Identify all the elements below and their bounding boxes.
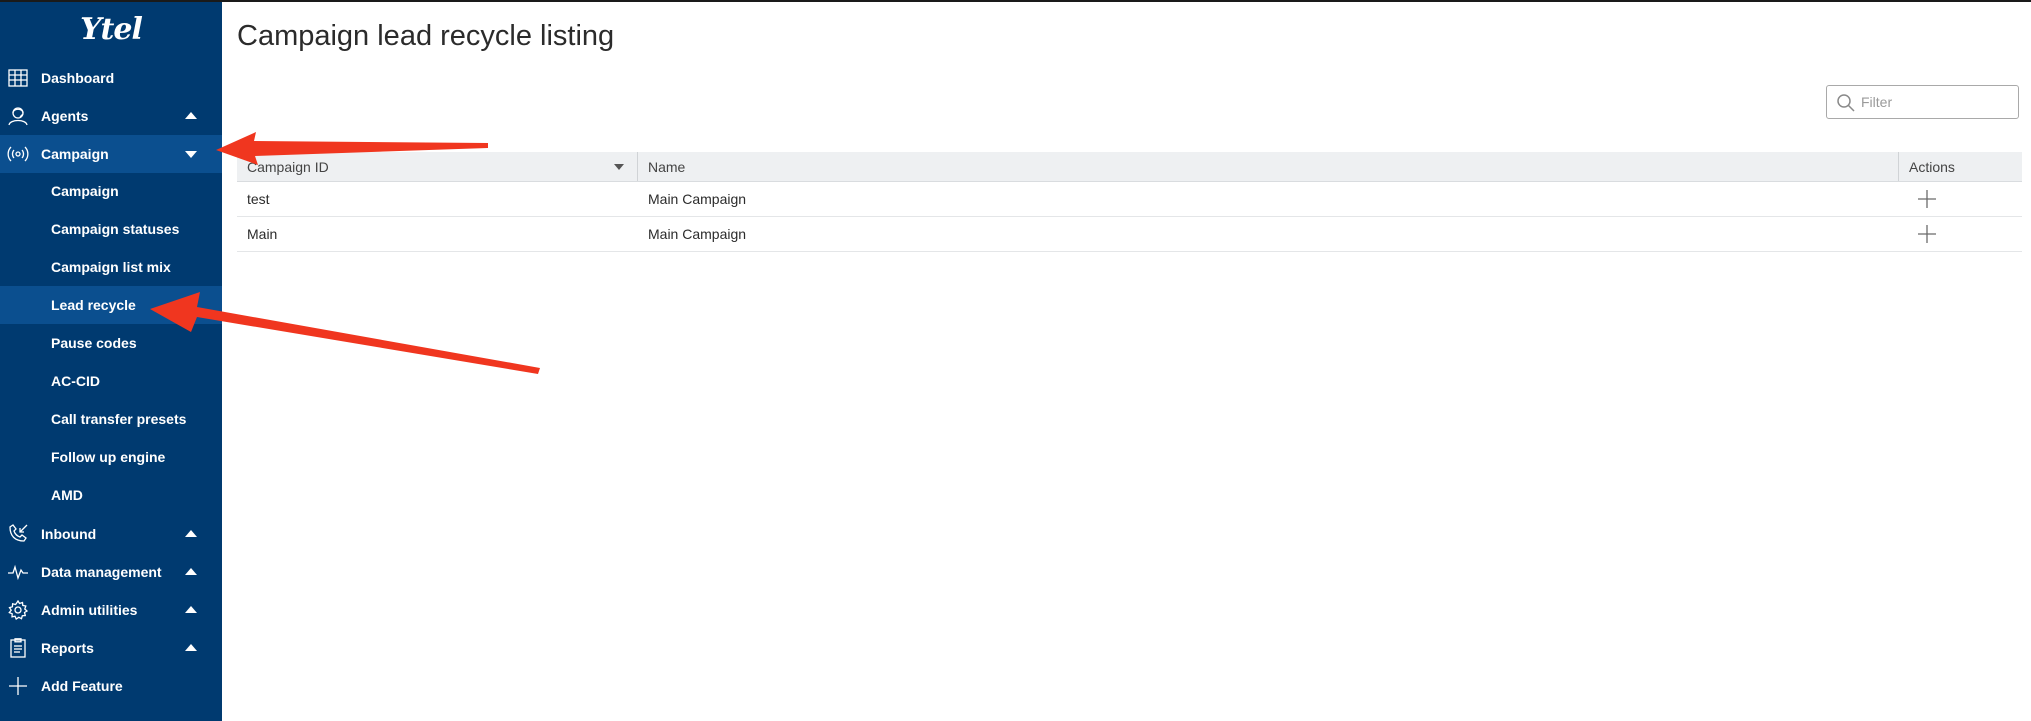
- sidebar-item-inbound[interactable]: Inbound: [0, 515, 222, 553]
- sidebar-subitem-campaign-list-mix[interactable]: Campaign list mix: [0, 248, 222, 286]
- plus-icon: [1918, 225, 1936, 243]
- plus-icon: [1918, 190, 1936, 208]
- sidebar-item-admin-utilities[interactable]: Admin utilities: [0, 591, 222, 629]
- sidebar-subitem-follow-up-engine[interactable]: Follow up engine: [0, 438, 222, 476]
- sidebar-subitem-campaign-statuses[interactable]: Campaign statuses: [0, 210, 222, 248]
- sidebar-subitem-lead-recycle[interactable]: Lead recycle: [0, 286, 222, 324]
- sidebar-subitem-ac-cid[interactable]: AC-CID: [0, 362, 222, 400]
- sidebar-subitem-call-transfer-presets[interactable]: Call transfer presets: [0, 400, 222, 438]
- cell-actions: [1907, 217, 1947, 251]
- chevron-up-icon: [185, 568, 197, 575]
- table-row: Main Main Campaign: [237, 217, 2022, 252]
- gear-icon: [7, 600, 29, 620]
- agents-icon: [7, 106, 29, 126]
- annotation-arrows: [150, 132, 540, 374]
- sidebar-item-label: Reports: [41, 640, 94, 656]
- sidebar-item-agents[interactable]: Agents: [0, 97, 222, 135]
- sidebar-subitem-label: Campaign list mix: [51, 259, 171, 275]
- sidebar: Ytel Dashboard Agents Campaign Campaign …: [0, 2, 222, 721]
- filter-field[interactable]: [1826, 85, 2019, 119]
- lead-recycle-table: Campaign ID Name Actions test Main Campa…: [237, 152, 2022, 252]
- sort-down-icon[interactable]: [614, 164, 624, 170]
- sidebar-item-label: Agents: [41, 108, 89, 124]
- inbound-icon: [7, 524, 29, 544]
- sidebar-subitem-label: Pause codes: [51, 335, 137, 351]
- sidebar-item-data-management[interactable]: Data management: [0, 553, 222, 591]
- plus-icon: [7, 676, 29, 696]
- column-header-label: Campaign ID: [247, 158, 329, 175]
- chevron-up-icon: [185, 606, 197, 613]
- sidebar-subitem-label: Lead recycle: [51, 297, 136, 313]
- cell-campaign-id: Main: [247, 226, 278, 242]
- chevron-up-icon: [185, 644, 197, 651]
- sidebar-subitem-amd[interactable]: AMD: [0, 476, 222, 514]
- table-header: Campaign ID Name Actions: [237, 152, 2022, 182]
- page-title: Campaign lead recycle listing: [237, 20, 615, 52]
- sidebar-subitem-pause-codes[interactable]: Pause codes: [0, 324, 222, 362]
- chevron-up-icon: [185, 530, 197, 537]
- cell-name: Main Campaign: [648, 191, 747, 207]
- sidebar-item-dashboard[interactable]: Dashboard: [0, 59, 222, 97]
- sidebar-subitem-campaign[interactable]: Campaign: [0, 172, 222, 210]
- column-header-campaign-id[interactable]: Campaign ID: [237, 152, 638, 181]
- sidebar-item-campaign[interactable]: Campaign: [0, 135, 222, 173]
- sidebar-item-label: Inbound: [41, 526, 97, 542]
- chevron-up-icon: [185, 112, 197, 119]
- column-header-name[interactable]: Name: [638, 152, 1899, 181]
- sidebar-item-label: Add Feature: [41, 678, 123, 694]
- sidebar-subitem-label: AC-CID: [51, 373, 100, 389]
- sidebar-item-label: Campaign: [41, 146, 109, 162]
- add-lead-recycle-button[interactable]: [1917, 224, 1937, 244]
- sidebar-subitem-label: Campaign: [51, 183, 119, 199]
- table-row: test Main Campaign: [237, 182, 2022, 217]
- sidebar-item-label: Dashboard: [41, 70, 115, 86]
- cell-name: Main Campaign: [648, 226, 747, 242]
- cell-actions: [1907, 182, 1947, 216]
- column-header-actions: Actions: [1899, 152, 2022, 181]
- chevron-down-icon: [185, 151, 197, 158]
- sidebar-subitem-label: AMD: [51, 487, 83, 503]
- sidebar-item-reports[interactable]: Reports: [0, 629, 222, 667]
- cell-campaign-id: test: [247, 191, 270, 207]
- add-lead-recycle-button[interactable]: [1917, 189, 1937, 209]
- sidebar-item-label: Admin utilities: [41, 602, 138, 618]
- sidebar-item-add-feature[interactable]: Add Feature: [0, 667, 222, 705]
- sidebar-subitem-label: Campaign statuses: [51, 221, 180, 237]
- ytel-logo[interactable]: Ytel: [0, 2, 222, 56]
- data-management-icon: [7, 562, 29, 582]
- filter-input[interactable]: [1861, 92, 2011, 112]
- column-header-label: Name: [648, 158, 686, 175]
- search-icon: [1836, 93, 1856, 118]
- column-header-label: Actions: [1909, 158, 1955, 175]
- campaign-icon: [7, 144, 29, 164]
- dashboard-icon: [7, 68, 29, 88]
- sidebar-item-label: Data management: [41, 564, 162, 580]
- sidebar-subitem-label: Call transfer presets: [51, 411, 187, 427]
- sidebar-subitem-label: Follow up engine: [51, 449, 166, 465]
- reports-icon: [7, 638, 29, 658]
